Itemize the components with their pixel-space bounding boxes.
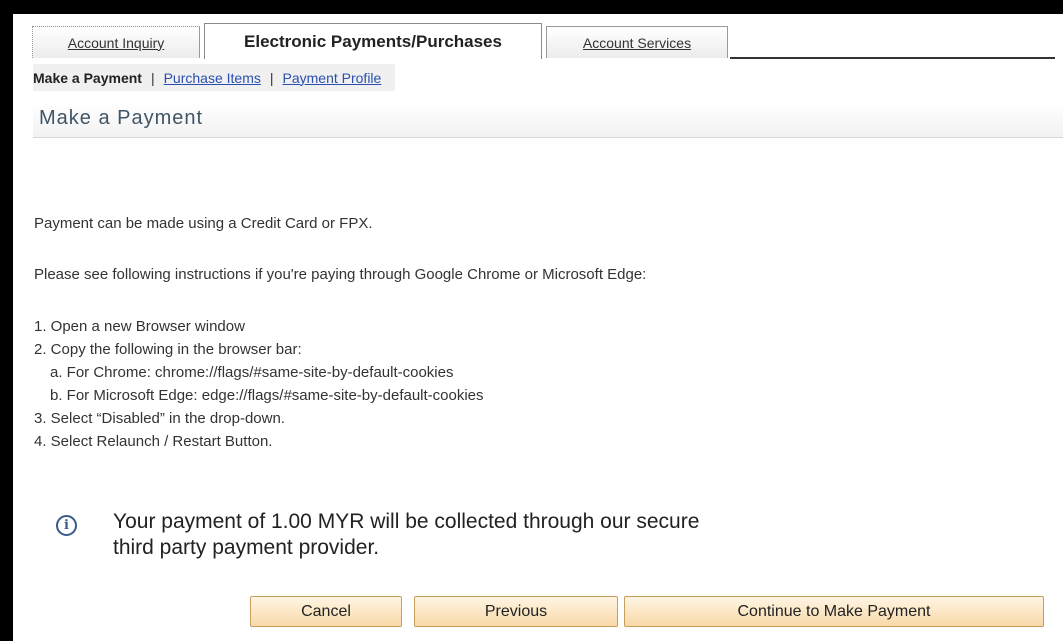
instruction-substep: a. For Chrome: chrome://flags/#same-site… (50, 364, 454, 381)
subnav-current-make-payment: Make a Payment (33, 69, 142, 86)
payment-info-message-line2: third party payment provider. (113, 536, 380, 559)
page-title: Make a Payment (39, 107, 204, 129)
info-icon: i (56, 515, 77, 536)
subnav-separator: | (150, 69, 155, 86)
tab-account-inquiry-label: Account Inquiry (67, 34, 165, 51)
tab-account-services-label: Account Services (582, 34, 692, 51)
previous-button[interactable]: Previous (414, 596, 618, 627)
sub-navigation: Make a Payment | Purchase Items | Paymen… (33, 64, 396, 91)
page-title-bar: Make a Payment (33, 102, 1063, 138)
payment-info-message-line1: Your payment of 1.00 MYR will be collect… (113, 510, 700, 533)
tab-bar: Account Inquiry Electronic Payments/Purc… (13, 14, 1063, 59)
tab-account-services[interactable]: Account Services (546, 26, 728, 58)
page-frame: Account Inquiry Electronic Payments/Purc… (13, 14, 1063, 641)
instruction-step: 1. Open a new Browser window (34, 318, 245, 335)
cancel-button[interactable]: Cancel (250, 596, 402, 627)
instruction-substep: b. For Microsoft Edge: edge://flags/#sam… (50, 387, 484, 404)
instruction-step: 2. Copy the following in the browser bar… (34, 341, 302, 358)
tab-account-inquiry[interactable]: Account Inquiry (32, 26, 200, 58)
instructions-heading: Please see following instructions if you… (34, 266, 647, 283)
continue-to-make-payment-button[interactable]: Continue to Make Payment (624, 596, 1044, 627)
instruction-step: 4. Select Relaunch / Restart Button. (34, 433, 273, 450)
instruction-step: 3. Select “Disabled” in the drop-down. (34, 410, 285, 427)
tab-electronic-payments-label: Electronic Payments/Purchases (244, 31, 502, 51)
tab-divider (730, 57, 1055, 59)
subnav-link-payment-profile[interactable]: Payment Profile (283, 70, 382, 86)
subnav-separator: | (269, 69, 274, 86)
subnav-link-purchase-items[interactable]: Purchase Items (164, 70, 261, 86)
tab-electronic-payments[interactable]: Electronic Payments/Purchases (204, 23, 542, 59)
intro-text: Payment can be made using a Credit Card … (34, 215, 373, 232)
